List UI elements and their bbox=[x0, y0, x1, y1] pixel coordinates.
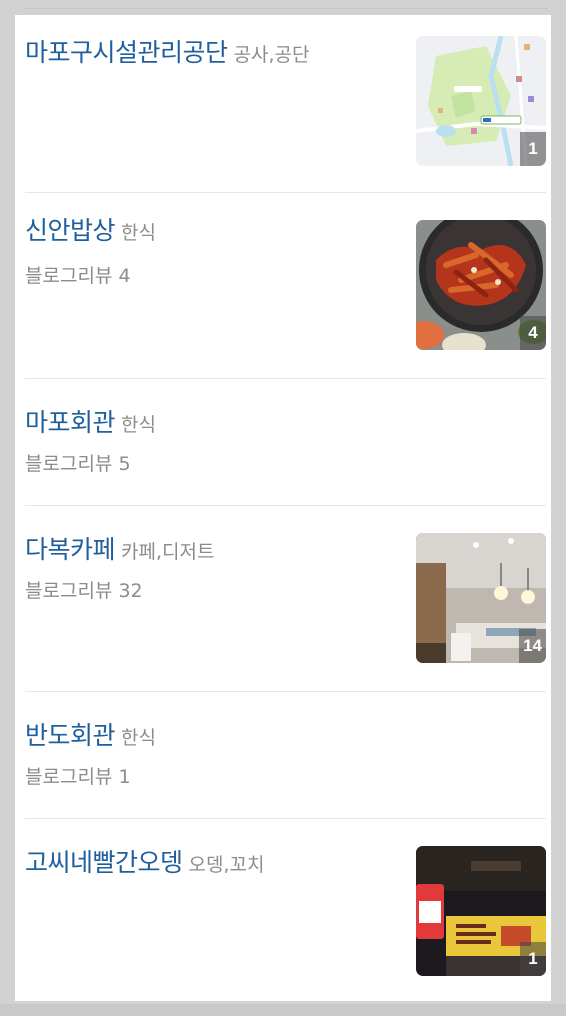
place-name[interactable]: 반도회관 bbox=[25, 721, 116, 750]
place-title-row: 반도회관 한식 bbox=[25, 716, 156, 752]
place-title-row: 마포회관 한식 bbox=[25, 403, 156, 439]
place-item-gossine-odeng[interactable]: 고씨네빨간오뎅 오뎅,꼬치 1 bbox=[25, 819, 546, 999]
place-category: 공사,공단 bbox=[233, 44, 310, 66]
place-category: 한식 bbox=[121, 727, 156, 749]
place-item-sinan[interactable]: 신안밥상 한식 블로그리뷰 4 4 bbox=[25, 193, 546, 379]
place-item-bando-hoegwan[interactable]: 반도회관 한식 블로그리뷰 1 bbox=[25, 692, 546, 819]
bottom-scroll-track bbox=[0, 1004, 566, 1016]
storefront-thumbnail[interactable]: 1 bbox=[416, 846, 546, 976]
photo-count-badge: 4 bbox=[520, 316, 546, 350]
place-name[interactable]: 마포회관 bbox=[25, 408, 116, 437]
place-list-panel: 마포구시설관리공단 공사,공단 1 신안밥상 한식 블로그리뷰 4 4 마포회관… bbox=[15, 15, 551, 1001]
food-thumbnail[interactable]: 4 bbox=[416, 220, 546, 350]
blog-review-count[interactable]: 블로그리뷰 5 bbox=[25, 449, 131, 476]
place-list: 마포구시설관리공단 공사,공단 1 신안밥상 한식 블로그리뷰 4 4 마포회관… bbox=[15, 15, 551, 999]
top-divider bbox=[24, 8, 548, 9]
place-category: 카페,디저트 bbox=[121, 541, 215, 563]
cafe-thumbnail[interactable]: 14 bbox=[416, 533, 546, 663]
place-item-dabok-cafe[interactable]: 다복카페 카페,디저트 블로그리뷰 32 14 bbox=[25, 506, 546, 692]
place-name[interactable]: 고씨네빨간오뎅 bbox=[25, 848, 183, 877]
place-title-row: 마포구시설관리공단 공사,공단 bbox=[25, 33, 309, 69]
place-title-row: 신안밥상 한식 bbox=[25, 211, 156, 247]
map-thumbnail[interactable]: 1 bbox=[416, 36, 546, 166]
place-item-mapo-hoegwan[interactable]: 마포회관 한식 블로그리뷰 5 bbox=[25, 379, 546, 506]
place-category: 한식 bbox=[121, 222, 156, 244]
place-name[interactable]: 다복카페 bbox=[25, 535, 116, 564]
blog-review-count[interactable]: 블로그리뷰 32 bbox=[25, 576, 143, 603]
place-category: 한식 bbox=[121, 414, 156, 436]
photo-count-badge: 1 bbox=[520, 942, 546, 976]
place-title-row: 고씨네빨간오뎅 오뎅,꼬치 bbox=[25, 843, 264, 879]
place-category: 오뎅,꼬치 bbox=[188, 854, 265, 876]
place-title-row: 다복카페 카페,디저트 bbox=[25, 530, 214, 566]
place-name[interactable]: 신안밥상 bbox=[25, 216, 116, 245]
photo-count-badge: 1 bbox=[520, 132, 546, 166]
place-name[interactable]: 마포구시설관리공단 bbox=[25, 38, 228, 67]
blog-review-count[interactable]: 블로그리뷰 1 bbox=[25, 762, 131, 789]
photo-count-badge: 14 bbox=[519, 629, 546, 663]
blog-review-count[interactable]: 블로그리뷰 4 bbox=[25, 261, 131, 288]
place-item-mapo-facility[interactable]: 마포구시설관리공단 공사,공단 1 bbox=[25, 15, 546, 193]
